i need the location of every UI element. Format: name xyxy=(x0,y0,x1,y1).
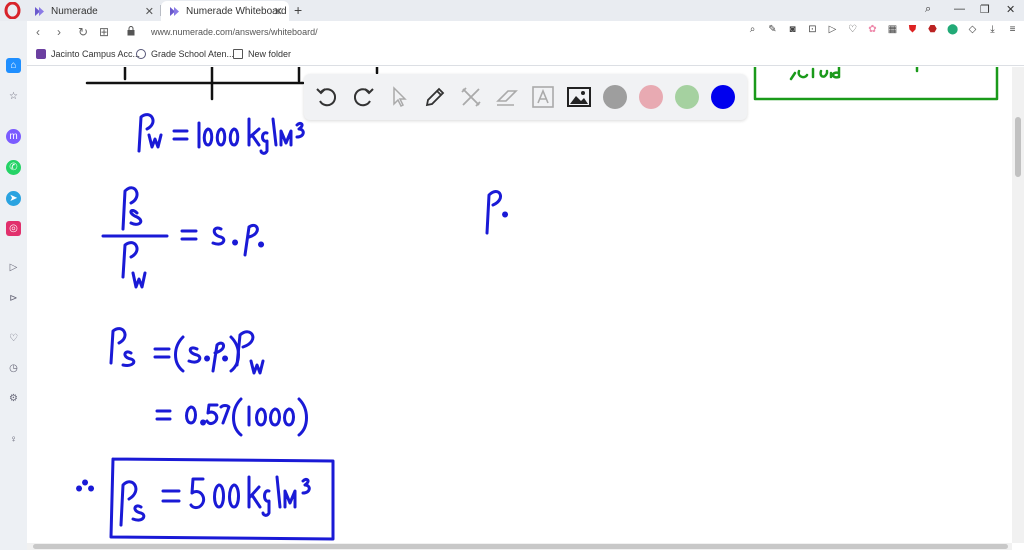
color-gray-swatch[interactable] xyxy=(603,85,627,109)
close-window-button[interactable]: ✕ xyxy=(1006,3,1015,16)
player-icon[interactable]: ▷ xyxy=(6,260,21,275)
bookmark-label: New folder xyxy=(248,49,292,59)
equations-ink xyxy=(76,113,508,541)
text-icon[interactable] xyxy=(530,84,556,110)
whiteboard-toolbar xyxy=(304,74,747,120)
url-input[interactable]: www.numerade.com/answers/whiteboard/ xyxy=(151,27,318,37)
scroll-thumb[interactable] xyxy=(1015,117,1021,177)
opera-logo[interactable] xyxy=(4,2,21,19)
adblock-icon[interactable]: ⛊ xyxy=(907,24,918,35)
numerade-favicon-icon xyxy=(170,6,179,16)
bookmark-grade-school[interactable]: Grade School Aten... xyxy=(136,49,234,59)
bookmark-jacinto[interactable]: Jacinto Campus Acc... xyxy=(36,49,140,59)
pointer-icon[interactable] xyxy=(386,84,412,110)
close-icon[interactable]: ✕ xyxy=(274,5,283,18)
whiteboard-canvas[interactable] xyxy=(27,67,1024,543)
lock-icon xyxy=(127,26,135,36)
cube-icon[interactable]: ◇ xyxy=(967,24,978,35)
reload-button[interactable]: ↻ xyxy=(78,25,88,39)
extension-color-icon[interactable]: ✿ xyxy=(867,24,878,35)
whatsapp-icon[interactable]: ✆ xyxy=(6,160,21,175)
tab-title: Numerade Whiteboard xyxy=(186,5,287,17)
search-tabs-icon[interactable]: ⌕ xyxy=(925,3,931,16)
forward-button[interactable]: › xyxy=(57,25,61,39)
edit-icon[interactable]: ✎ xyxy=(767,24,778,35)
undo-icon[interactable] xyxy=(314,84,340,110)
home-icon[interactable]: ⌂ xyxy=(6,58,21,73)
location-icon[interactable]: ⬤ xyxy=(947,24,958,35)
play-icon[interactable]: ▷ xyxy=(827,24,838,35)
capture-icon[interactable]: ⊡ xyxy=(807,24,818,35)
pencil-icon[interactable] xyxy=(422,84,448,110)
back-button[interactable]: ‹ xyxy=(36,25,40,39)
folder-icon xyxy=(233,49,243,59)
new-tab-button[interactable]: + xyxy=(294,2,302,18)
address-bar: ‹ › ↻ ⊞ www.numerade.com/answers/whitebo… xyxy=(27,21,1024,44)
bookmark-new-folder[interactable]: New folder xyxy=(233,49,291,59)
bookmark-label: Grade School Aten... xyxy=(151,49,235,59)
messenger-icon[interactable]: m xyxy=(6,129,21,144)
bookmark-label: Jacinto Campus Acc... xyxy=(51,49,141,59)
horizontal-scrollbar[interactable] xyxy=(27,543,1012,550)
send-icon[interactable]: ⊳ xyxy=(6,291,21,306)
telegram-icon[interactable]: ➤ xyxy=(6,191,21,206)
heart-icon[interactable]: ♡ xyxy=(6,331,21,346)
menu-icon[interactable]: ≡ xyxy=(1007,24,1018,35)
heart-icon[interactable]: ♡ xyxy=(847,24,858,35)
restore-button[interactable]: ❐ xyxy=(980,3,990,16)
search-icon[interactable]: ⌕ xyxy=(747,24,758,35)
lightbulb-icon[interactable]: ♀ xyxy=(6,432,21,447)
vertical-scrollbar[interactable] xyxy=(1012,67,1024,543)
color-blue-swatch[interactable] xyxy=(711,85,735,109)
scroll-thumb[interactable] xyxy=(33,544,1008,549)
redo-icon[interactable] xyxy=(350,84,376,110)
bookmark-icon xyxy=(36,49,46,59)
bookmarks-bar: Jacinto Campus Acc... Grade School Aten.… xyxy=(27,44,1024,66)
handwriting-layer xyxy=(76,67,999,541)
tools-icon[interactable] xyxy=(458,84,484,110)
camera-icon[interactable]: ◙ xyxy=(787,24,798,35)
history-icon[interactable]: ◷ xyxy=(6,361,21,376)
tab-numerade[interactable]: Numerade ✕ xyxy=(26,1,160,21)
green-fluid-box xyxy=(753,67,999,101)
vpn-icon[interactable]: ⬣ xyxy=(927,24,938,35)
numerade-favicon-icon xyxy=(35,6,44,16)
color-green-swatch[interactable] xyxy=(675,85,699,109)
tab-title: Numerade xyxy=(51,5,98,17)
grid-icon[interactable]: ▦ xyxy=(887,24,898,35)
download-icon[interactable]: ⤓ xyxy=(987,24,998,35)
star-icon[interactable]: ☆ xyxy=(6,89,21,104)
instagram-icon[interactable]: ◎ xyxy=(6,221,21,236)
settings-icon[interactable]: ⚙ xyxy=(6,391,21,406)
tab-strip: Numerade ✕ Numerade Whiteboard ✕ + ⌕ — ❐… xyxy=(0,0,1024,21)
tiles-icon[interactable]: ⊞ xyxy=(99,25,109,39)
close-icon[interactable]: ✕ xyxy=(145,5,154,18)
opera-sidebar: ⌂ ☆ m ✆ ➤ ◎ ▷ ⊳ ♡ ◷ ⚙ ♀ xyxy=(0,21,27,550)
school-seal-icon xyxy=(136,49,146,59)
image-icon[interactable] xyxy=(566,84,592,110)
color-pink-swatch[interactable] xyxy=(639,85,663,109)
minimize-button[interactable]: — xyxy=(954,3,965,15)
tab-numerade-whiteboard[interactable]: Numerade Whiteboard ✕ xyxy=(161,1,289,21)
eraser-icon[interactable] xyxy=(494,84,520,110)
address-actions: ⌕ ✎ ◙ ⊡ ▷ ♡ ✿ ▦ ⛊ ⬣ ⬤ ◇ ⤓ ≡ xyxy=(747,24,1018,35)
